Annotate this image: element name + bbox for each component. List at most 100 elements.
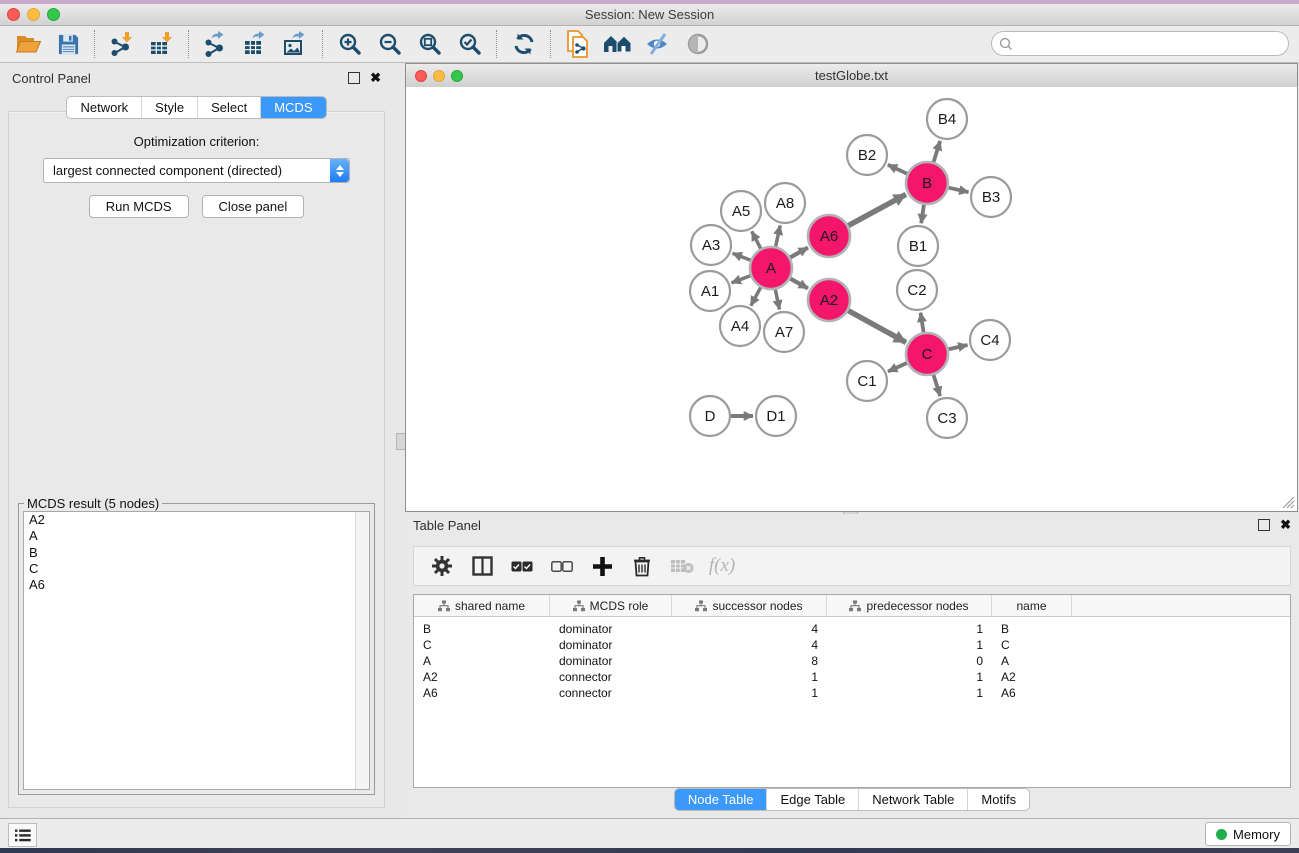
select-all-button[interactable] (504, 550, 540, 582)
graph-node-C1[interactable]: C1 (847, 361, 887, 401)
list-item[interactable]: A2 (24, 512, 369, 528)
tab-select[interactable]: Select (197, 97, 260, 118)
delete-selected-button[interactable] (624, 550, 660, 582)
graph-edge-A-A3[interactable] (732, 253, 750, 260)
table-row[interactable]: Cdominator41C (414, 637, 1290, 653)
graph-edge-A-A2[interactable] (790, 279, 808, 289)
mcds-result-list[interactable]: A2ABCA6 (23, 511, 370, 790)
deselect-all-button[interactable] (544, 550, 580, 582)
graph-edge-A-A4[interactable] (751, 287, 761, 305)
add-button[interactable] (584, 550, 620, 582)
graph-edge-A-A6[interactable] (790, 248, 808, 258)
zoom-out-button[interactable] (370, 28, 410, 60)
criterion-dropdown[interactable]: largest connected component (directed) (43, 158, 350, 183)
delete-table-button[interactable] (664, 550, 700, 582)
graph-node-B3[interactable]: B3 (971, 177, 1011, 217)
graph-node-A6[interactable]: A6 (808, 215, 850, 257)
tab-node-table[interactable]: Node Table (675, 789, 767, 810)
graph-edge-B-B4[interactable] (934, 141, 941, 162)
zoom-fit-button[interactable] (410, 28, 450, 60)
tab-network[interactable]: Network (67, 97, 141, 118)
resize-grip-icon[interactable] (1282, 496, 1295, 509)
graph-edge-B-B2[interactable] (888, 165, 907, 174)
close-panel-button[interactable]: Close panel (202, 195, 305, 218)
list-item[interactable]: A6 (24, 577, 369, 593)
zoom-in-button[interactable] (330, 28, 370, 60)
table-row[interactable]: Bdominator41B (414, 621, 1290, 637)
graph-edge-B-B3[interactable] (948, 188, 968, 192)
column-header-shared-name[interactable]: shared name (414, 595, 550, 616)
tab-mcds[interactable]: MCDS (260, 97, 325, 118)
export-network-button[interactable] (196, 28, 236, 60)
export-table-button[interactable] (236, 28, 276, 60)
list-item[interactable]: A (24, 528, 369, 544)
graph-node-A2[interactable]: A2 (808, 279, 850, 321)
list-item[interactable]: B (24, 545, 369, 561)
graph-node-C2[interactable]: C2 (897, 270, 937, 310)
graph-node-B2[interactable]: B2 (847, 135, 887, 175)
graph-edge-A2-C[interactable] (848, 311, 906, 343)
graph-node-C3[interactable]: C3 (927, 398, 967, 438)
network-canvas[interactable]: B4 B2 B B3 B1 A5A8A6 A3 A A1 C2 A2 A4A7 C C4 C1 C3 D D1 (406, 87, 1297, 511)
table-row[interactable]: A6connector11A6 (414, 685, 1290, 701)
home-button[interactable] (598, 28, 638, 60)
table-row[interactable]: A2connector11A2 (414, 669, 1290, 685)
zoom-selected-button[interactable] (450, 28, 490, 60)
graph-node-C4[interactable]: C4 (970, 320, 1010, 360)
tab-style[interactable]: Style (141, 97, 197, 118)
hide-panels-button[interactable] (638, 28, 678, 60)
graph-node-A5[interactable]: A5 (721, 191, 761, 231)
graph-edge-A-A1[interactable] (732, 276, 751, 283)
search-field[interactable] (991, 31, 1289, 56)
show-graphics-details-button[interactable] (678, 28, 718, 60)
graph-edge-C-C1[interactable] (888, 363, 907, 372)
graph-edge-A-A5[interactable] (752, 231, 761, 248)
graph-node-A8[interactable]: A8 (765, 183, 805, 223)
graph-node-D[interactable]: D (690, 396, 730, 436)
graph-node-A1[interactable]: A1 (690, 271, 730, 311)
graph-edge-B-B1[interactable] (921, 205, 924, 223)
float-panel-icon[interactable] (1258, 519, 1270, 531)
search-input[interactable] (1013, 34, 1280, 54)
float-panel-icon[interactable] (348, 72, 360, 84)
function-builder-button[interactable]: f(x) (704, 550, 740, 582)
import-network-button[interactable] (102, 28, 142, 60)
graph-node-C[interactable]: C (906, 333, 948, 375)
column-header-predecessor-nodes[interactable]: predecessor nodes (827, 595, 992, 616)
column-header-successor-nodes[interactable]: successor nodes (672, 595, 827, 616)
graph-node-B4[interactable]: B4 (927, 99, 967, 139)
toggle-columns-button[interactable] (464, 550, 500, 582)
graph-edge-C-C2[interactable] (921, 313, 924, 333)
table-row[interactable]: Adominator80A (414, 653, 1290, 669)
graph-node-D1[interactable]: D1 (756, 396, 796, 436)
tab-network-table[interactable]: Network Table (858, 789, 967, 810)
graph-node-A3[interactable]: A3 (691, 225, 731, 265)
graph-node-B1[interactable]: B1 (898, 226, 938, 266)
close-panel-icon[interactable]: ✖ (1280, 520, 1291, 530)
close-panel-icon[interactable]: ✖ (370, 73, 381, 83)
export-image-button[interactable] (276, 28, 316, 60)
list-item[interactable]: C (24, 561, 369, 577)
graph-node-A4[interactable]: A4 (720, 306, 760, 346)
refresh-button[interactable] (504, 28, 544, 60)
run-mcds-button[interactable]: Run MCDS (89, 195, 189, 218)
graph-edge-C-C3[interactable] (934, 375, 941, 396)
column-header-mcds-role[interactable]: MCDS role (550, 595, 672, 616)
memory-button[interactable]: Memory (1205, 822, 1291, 846)
open-session-button[interactable] (8, 28, 48, 60)
save-session-button[interactable] (48, 28, 88, 60)
duplicate-network-button[interactable] (558, 28, 598, 60)
tab-motifs[interactable]: Motifs (967, 789, 1029, 810)
graph-edge-A-A8[interactable] (776, 225, 781, 246)
result-list-scrollbar[interactable] (355, 512, 369, 789)
table-settings-button[interactable] (424, 550, 460, 582)
task-history-button[interactable] (8, 823, 37, 847)
graph-edge-A-A7[interactable] (775, 290, 779, 310)
graph-node-B[interactable]: B (906, 162, 948, 204)
graph-node-A7[interactable]: A7 (764, 312, 804, 352)
tab-edge-table[interactable]: Edge Table (766, 789, 858, 810)
graph-edge-C-C4[interactable] (948, 345, 967, 349)
graph-node-A[interactable]: A (750, 247, 792, 289)
graph-edge-A6-B[interactable] (848, 194, 906, 225)
import-table-button[interactable] (142, 28, 182, 60)
